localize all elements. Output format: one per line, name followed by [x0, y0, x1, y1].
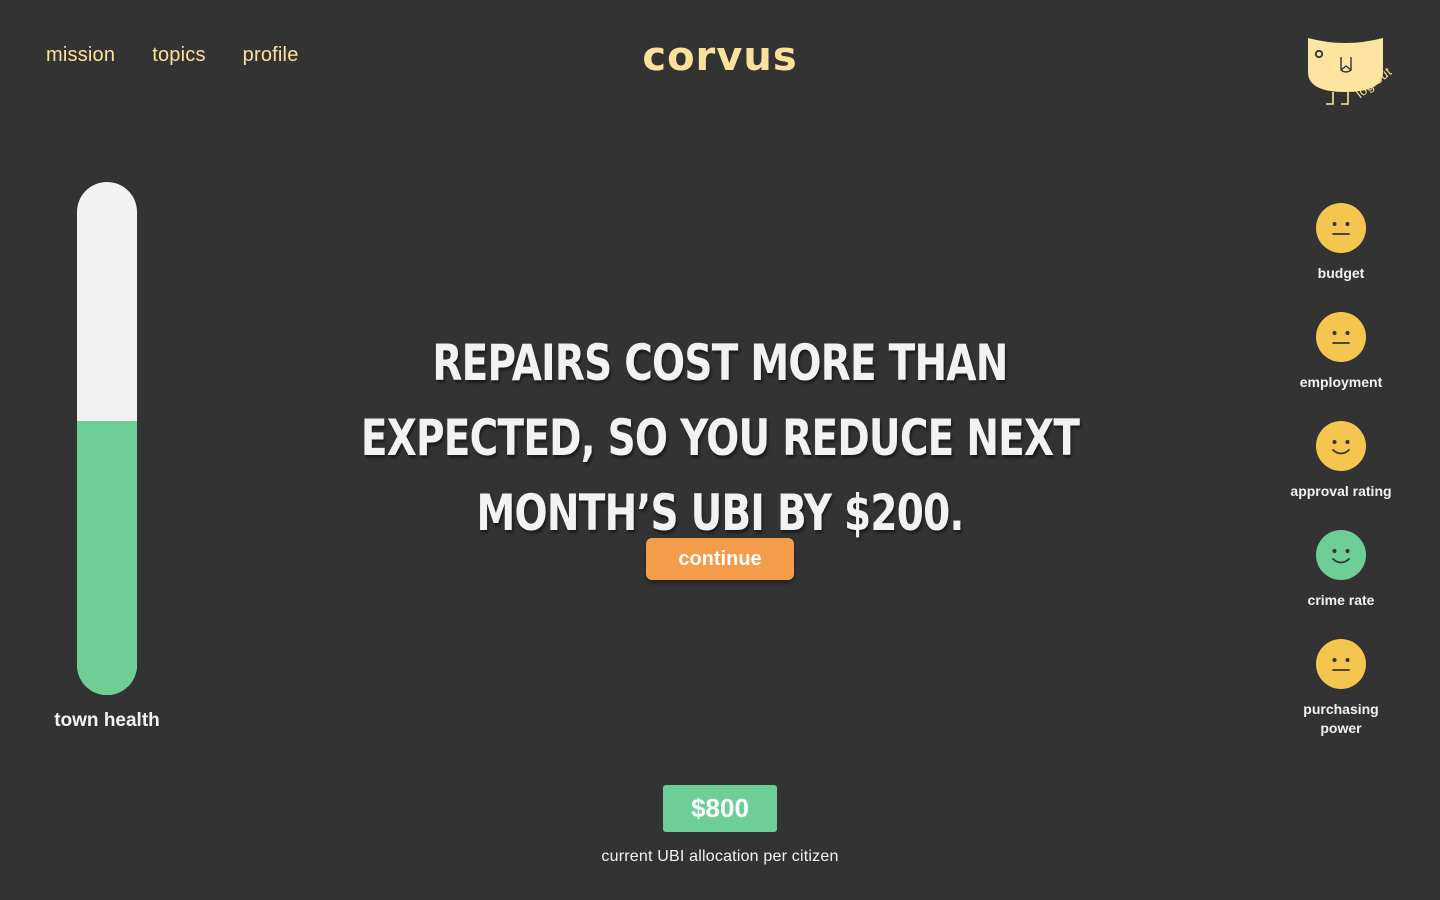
indicator-label: crime rate — [1307, 592, 1375, 608]
indicator-label: approval rating — [1290, 483, 1392, 499]
indicator-label: purchasing power — [1303, 701, 1379, 736]
ubi-label: current UBI allocation per citizen — [601, 848, 839, 865]
bird-icon[interactable] — [1300, 32, 1420, 122]
indicator-budget: budget — [1281, 203, 1401, 312]
neutral-face-icon — [1316, 312, 1366, 362]
neutral-face-icon — [1316, 203, 1366, 253]
indicator-label: budget — [1317, 265, 1365, 281]
indicator-approval-rating: approval rating — [1281, 421, 1401, 530]
indicator-employment: employment — [1281, 312, 1401, 421]
game-screen: mission topics profile corvus log out to… — [0, 0, 1440, 900]
app-logo: corvus — [642, 34, 798, 80]
smiling-face-icon — [1316, 421, 1366, 471]
continue-button[interactable]: continue — [646, 538, 794, 580]
indicator-purchasing-power: purchasing power — [1281, 639, 1401, 748]
ubi-amount-badge: $800 — [663, 785, 777, 832]
town-health-fill — [77, 420, 137, 695]
smiling-face-icon — [1316, 530, 1366, 580]
event-message: Repairs cost more than expected, so you … — [360, 334, 1080, 542]
indicator-label: employment — [1299, 374, 1383, 390]
town-health-meter — [77, 182, 137, 695]
town-health-label: town health — [54, 710, 160, 731]
indicator-list: budget employment approval rating crime … — [1281, 203, 1401, 748]
neutral-face-icon — [1316, 639, 1366, 689]
indicator-crime-rate: crime rate — [1281, 530, 1401, 639]
